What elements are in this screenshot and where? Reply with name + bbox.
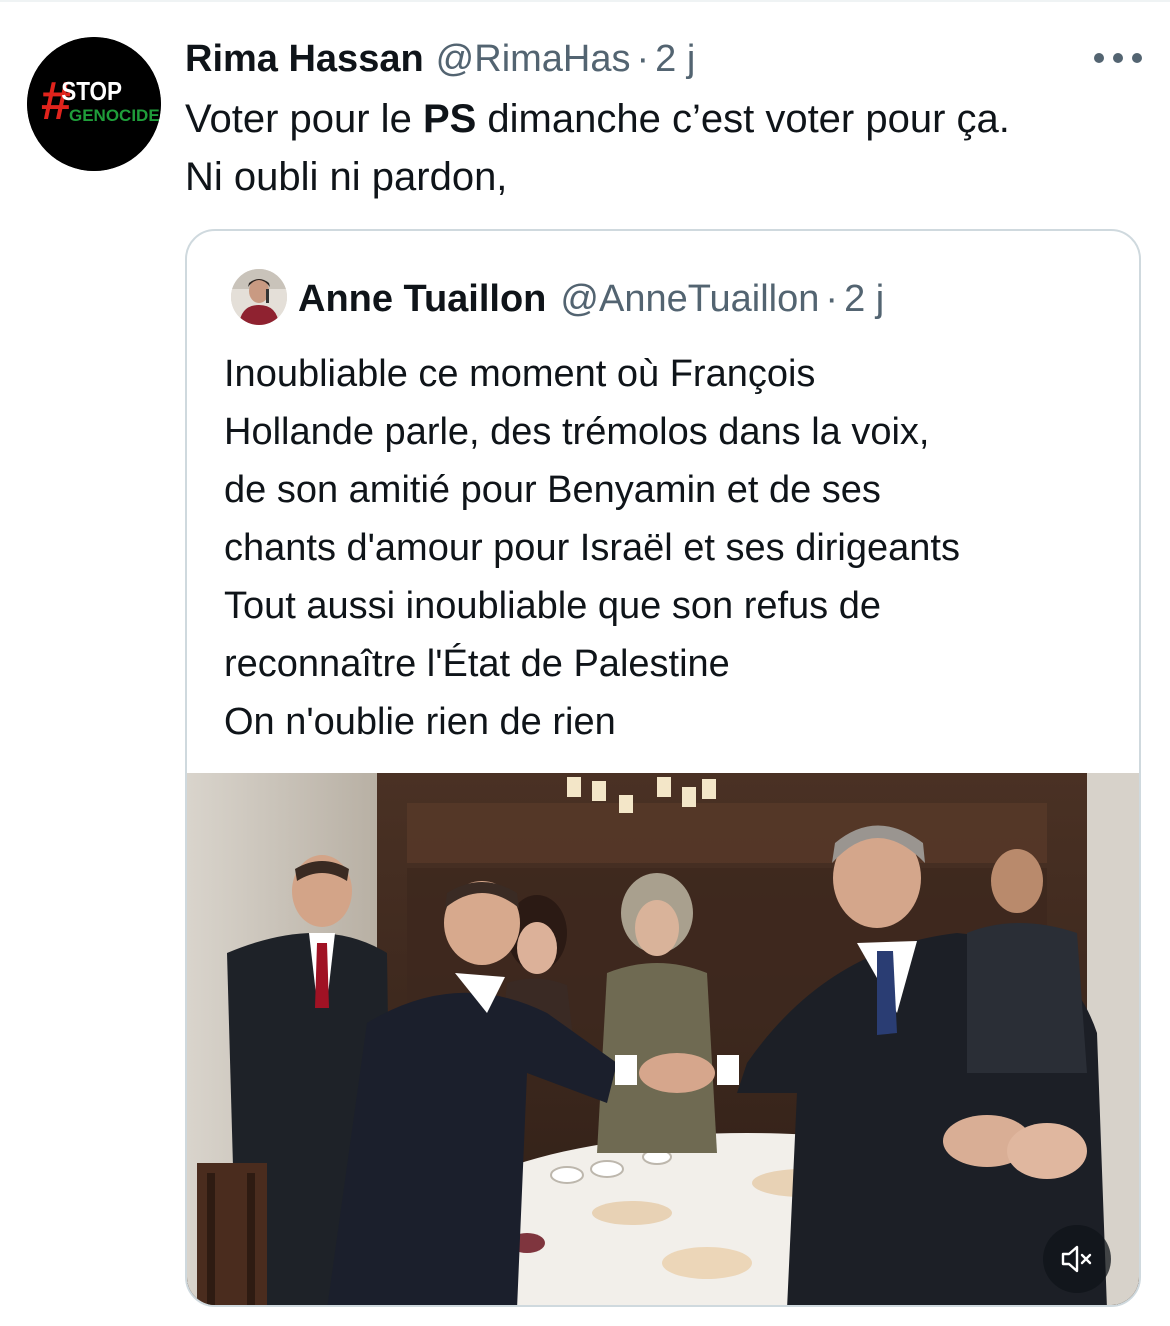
tweet-time[interactable]: 2 j — [655, 38, 695, 81]
top-divider — [0, 0, 1170, 2]
author-avatar[interactable]: # STOP GENOCIDE — [27, 37, 161, 171]
quoted-author-photo — [231, 269, 287, 325]
quoted-text-line: reconnaître l'État de Palestine — [224, 643, 730, 685]
quoted-text-line: Inoubliable ce moment où François — [224, 353, 816, 395]
quoted-text-line: Hollande parle, des trémolos dans la voi… — [224, 411, 930, 453]
more-horizontal-icon[interactable] — [1094, 50, 1142, 66]
quoted-tweet-text: Inoubliable ce moment où François Hollan… — [224, 345, 1134, 751]
volume-muted-icon — [1061, 1245, 1092, 1273]
quoted-text-line: On n'oublie rien de rien — [224, 701, 616, 743]
separator-dot: · — [825, 277, 839, 320]
tweet-text-line-1: Voter pour le PS dimanche c’est voter po… — [185, 90, 1135, 148]
author-name[interactable]: Rima Hassan — [185, 38, 424, 81]
tweet-text-line-2: Ni oubli ni pardon, — [185, 155, 508, 199]
stop-genocide-logo: # STOP GENOCIDE — [27, 37, 161, 171]
quoted-author-handle[interactable]: @AnneTuaillon — [560, 278, 819, 321]
tweet-text-part: Voter pour le — [185, 97, 423, 141]
tweet-header: Rima Hassan @RimaHas · 2 j — [185, 34, 695, 84]
quoted-tweet-card[interactable]: Anne Tuaillon @AnneTuaillon · 2 j Inoubl… — [185, 229, 1141, 1307]
quoted-text-line: de son amitié pour Benyamin et de ses — [224, 469, 881, 511]
author-handle[interactable]: @RimaHas — [436, 38, 631, 81]
separator-dot: · — [636, 37, 650, 80]
svg-text:STOP: STOP — [61, 77, 122, 106]
video-media[interactable] — [187, 773, 1139, 1305]
quoted-author-avatar[interactable] — [231, 269, 287, 325]
quoted-tweet-time[interactable]: 2 j — [844, 278, 884, 321]
tweet-text-part: dimanche c’est voter pour ça. — [476, 97, 1010, 141]
quoted-text-line: chants d'amour pour Israël et ses dirige… — [224, 527, 960, 569]
quoted-text-line: Tout aussi inoubliable que son refus de — [224, 585, 882, 627]
mute-button[interactable] — [1043, 1225, 1111, 1293]
quoted-tweet-header: Anne Tuaillon @AnneTuaillon · 2 j — [298, 274, 884, 324]
tweet-text-bold: PS — [422, 97, 477, 141]
quoted-author-name[interactable]: Anne Tuaillon — [298, 278, 546, 321]
svg-text:GENOCIDE: GENOCIDE — [69, 106, 160, 125]
tweet-text: Voter pour le PS dimanche c’est voter po… — [185, 90, 1135, 206]
video-frame-handshake — [187, 773, 1139, 1305]
